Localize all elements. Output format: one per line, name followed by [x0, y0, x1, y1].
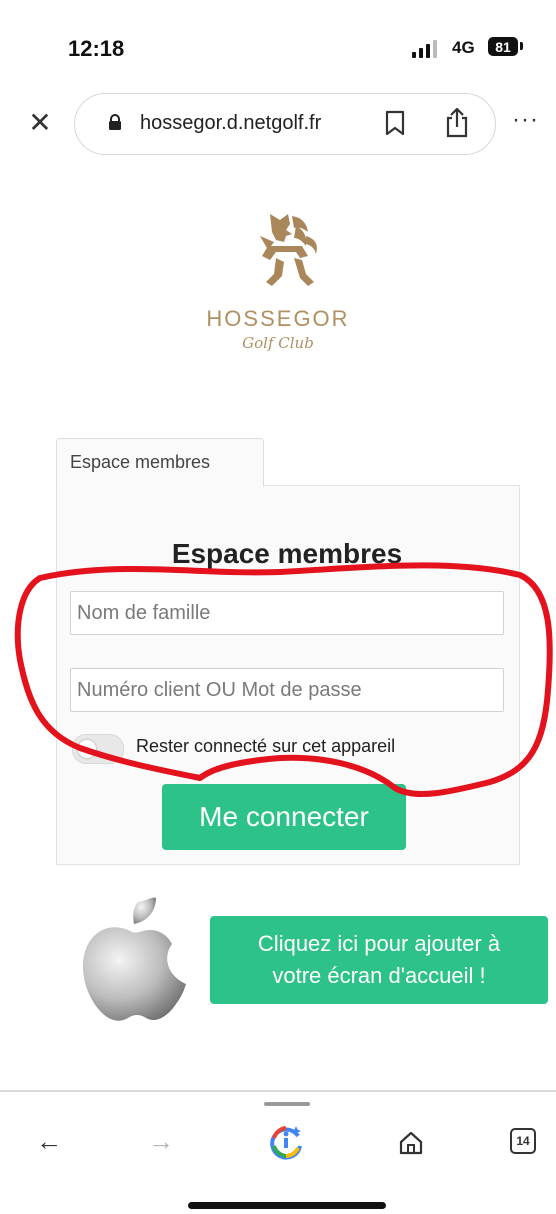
cta-line-1[interactable]: Cliquez ici pour ajouter à — [210, 928, 548, 960]
drag-handle[interactable] — [264, 1102, 310, 1106]
home-icon[interactable] — [398, 1130, 424, 1156]
club-subtitle: Golf Club — [242, 334, 314, 352]
status-time: 12:18 — [68, 36, 125, 61]
battery-tip — [520, 42, 523, 50]
remember-label: Rester connecté sur cet appareil — [136, 736, 396, 756]
share-icon[interactable] — [444, 106, 470, 138]
connect-button[interactable]: Me connecter — [162, 784, 406, 850]
lock-icon — [109, 114, 121, 130]
cta-line-2[interactable]: votre écran d'accueil ! — [210, 960, 548, 992]
bookmark-icon[interactable] — [384, 110, 406, 136]
login-title: Espace membres — [171, 538, 403, 569]
home-indicator[interactable] — [188, 1202, 386, 1209]
tabs-count-icon[interactable]: 14 — [510, 1128, 536, 1154]
club-name: HOSSEGOR — [206, 306, 350, 331]
google-assistant-icon[interactable] — [268, 1124, 304, 1160]
toggle-knob[interactable] — [78, 740, 96, 758]
add-to-home-button[interactable]: Cliquez ici pour ajouter à votre écran d… — [210, 916, 548, 1004]
forward-arrow-icon[interactable]: → — [148, 1126, 174, 1157]
lastname-input[interactable] — [70, 591, 504, 635]
close-icon[interactable]: ✕ — [26, 108, 54, 138]
tab-label[interactable]: Espace membres — [70, 452, 210, 473]
apple-logo-icon — [82, 897, 186, 1021]
toolbar-divider — [0, 1090, 556, 1092]
more-icon[interactable]: ··· — [512, 106, 539, 134]
password-input[interactable] — [70, 668, 504, 712]
network-type: 4G — [452, 38, 475, 57]
url-text[interactable]: hossegor.d.netgolf.fr — [140, 112, 321, 135]
lion-crest-logo — [260, 214, 317, 286]
signal-icon — [412, 40, 437, 58]
back-arrow-icon[interactable]: ← — [36, 1126, 62, 1157]
battery-icon: 81 — [488, 37, 518, 56]
